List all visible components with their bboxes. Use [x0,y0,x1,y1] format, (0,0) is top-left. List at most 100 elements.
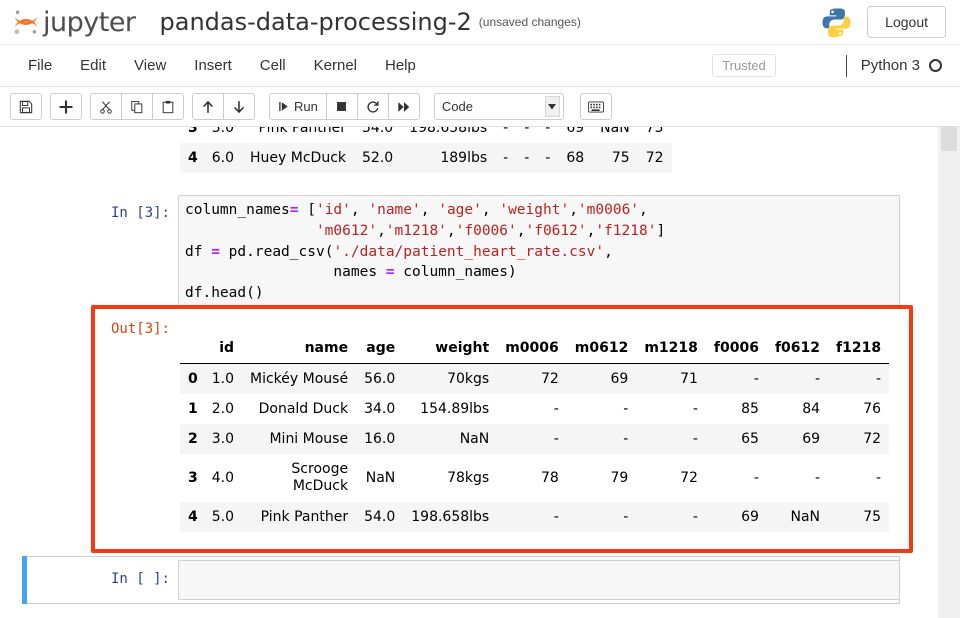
code-token: 'f1218' [595,223,656,239]
column-header-f1218: f1218 [828,333,889,364]
cell-f1218: 72 [828,424,889,454]
code-token: , [604,244,613,260]
toolbar-group-keyboard [580,93,612,120]
cell-name: Mini Mouse [242,424,356,454]
app-header: jupyter pandas-data-processing-2 (unsave… [0,0,960,45]
notebook-title[interactable]: pandas-data-processing-2 [160,10,472,34]
table-row: 01.0Mickéy Mousé56.070kgs726971--- [180,364,889,395]
table-row: 23.0Mini Mouse16.0NaN---656972 [180,424,889,454]
row-index-cell: 3 [180,127,204,143]
menu-bar-right-group: Trusted Python 3 [712,54,942,77]
code-token: , [447,223,456,239]
trusted-badge[interactable]: Trusted [712,54,776,77]
cell-age: 34.0 [356,394,403,424]
output-cell-prompt: Out[3]: [86,320,170,338]
move-cell-up-button[interactable] [192,93,224,120]
row-index-cell: 4 [180,502,204,532]
run-cell-button[interactable]: Run [269,93,327,120]
code-token: 'f0006' [456,223,517,239]
cell-f1218: 75 [638,127,672,143]
cell-m1218: - [636,502,706,532]
code-token: 'age' [438,202,482,218]
cell-m1218: - [636,424,706,454]
code-cell-prompt: In [3]: [86,204,170,222]
paste-button[interactable] [152,93,184,120]
cell-m0612: - [567,394,637,424]
keyboard-icon [588,101,604,113]
chevron-down-icon[interactable] [545,96,560,117]
code-token: , [377,223,386,239]
column-header-age: age [356,333,403,364]
copy-button[interactable] [121,93,153,120]
code-token: , [351,202,368,218]
cell-name: Mickéy Mousé [242,364,356,395]
code-token: , [639,202,648,218]
code-token: [ [299,202,316,218]
code-line: df.head() [185,283,893,304]
row-index-cell: 0 [180,364,204,395]
run-play-icon [278,100,290,113]
menu-item-insert[interactable]: Insert [180,52,246,79]
table-row: 45.0Pink Panther54.0198.658lbs---69NaN75 [180,502,889,532]
dataframe-table-output: idnameageweightm0006m0612m1218f0006f0612… [180,333,889,532]
menu-item-kernel[interactable]: Kernel [300,52,371,79]
restart-kernel-button[interactable] [357,93,389,120]
cell-age: 56.0 [356,364,403,395]
cell-f0612: - [767,454,828,502]
menu-item-cell[interactable]: Cell [246,52,300,79]
cell-age: 54.0 [354,127,401,143]
cell-m0612: 79 [567,454,637,502]
arrow-down-icon [232,100,246,114]
table-row: 12.0Donald Duck34.0154.89lbs---858476 [180,394,889,424]
menu-item-view[interactable]: View [120,52,180,79]
code-token: 'm1218' [386,223,447,239]
interrupt-kernel-button[interactable] [326,93,358,120]
cell-m0006: 78 [497,454,567,502]
cell-m1218: - [537,143,558,173]
menu-item-help[interactable]: Help [371,52,430,79]
cell-age: 52.0 [354,143,401,173]
code-token: df [185,244,211,260]
python-logo-icon [820,6,853,39]
save-button[interactable] [10,93,42,120]
menu-item-edit[interactable]: Edit [66,52,120,79]
cell-name: Pink Panther [242,127,354,143]
cell-f1218: 76 [828,394,889,424]
code-editor-area[interactable]: column_names= ['id', 'name', 'age', 'wei… [178,195,900,309]
cell-f0006: 85 [706,394,767,424]
code-line: column_names= ['id', 'name', 'age', 'wei… [185,200,893,221]
cell-id: 5.0 [204,502,242,532]
table-row: 35.0Pink Panther54.0198.658lbs---69NaN75 [180,127,672,143]
restart-and-run-all-button[interactable] [388,93,420,120]
code-token: , [421,202,438,218]
row-index-cell: 1 [180,394,204,424]
cell-f0612: 69 [767,424,828,454]
fast-forward-icon [397,100,411,114]
toolbar-group-run: Run [269,93,420,120]
row-index-cell: 2 [180,424,204,454]
code-token [185,223,316,239]
cell-f0612: NaN [592,127,638,143]
header-right-group: Logout [820,6,946,39]
move-cell-down-button[interactable] [223,93,255,120]
kernel-name-label: Python 3 [861,57,920,74]
insert-cell-below-button[interactable] [50,93,82,120]
vertical-scrollbar[interactable] [938,127,960,618]
command-palette-button[interactable] [580,93,612,120]
menu-item-file[interactable]: File [14,52,66,79]
cell-m0006: - [495,143,516,173]
cut-button[interactable] [90,93,122,120]
kernel-idle-circle-icon[interactable] [929,59,942,72]
logout-button[interactable]: Logout [867,6,946,38]
cell-weight: 70kgs [403,364,497,395]
jupyter-logo[interactable]: jupyter [12,7,136,37]
cell-m0612: - [567,502,637,532]
cell-name: Huey McDuck [242,143,354,173]
dataframe-table-previous: 35.0Pink Panther54.0198.658lbs---69NaN75… [180,127,672,173]
cell-m0612: - [516,127,537,143]
empty-cell-editor[interactable] [178,560,900,600]
cell-type-select[interactable]: Code [434,93,564,120]
code-line: names = column_names) [185,262,893,283]
cell-id: 4.0 [204,454,242,502]
scrollbar-thumb[interactable] [941,127,957,151]
